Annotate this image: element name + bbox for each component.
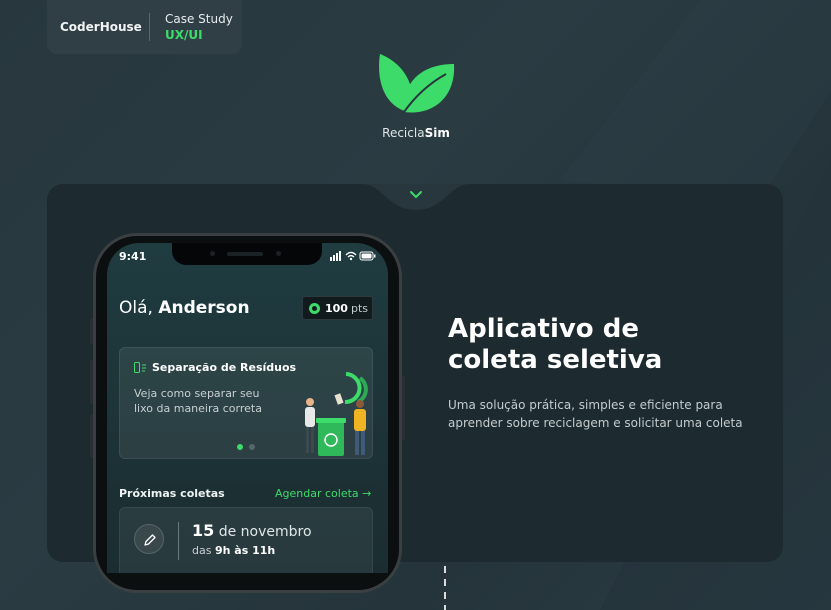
collection-date: 15 de novembro: [192, 521, 312, 540]
recycling-illustration: [305, 372, 368, 456]
collection-month: de novembro: [214, 524, 312, 540]
hero-description: Uma solução prática, simples e eficiente…: [448, 398, 743, 430]
pencil-icon: [144, 534, 156, 546]
collection-hours: das 9h às 11h: [192, 544, 275, 557]
points-badge[interactable]: 100 pts: [302, 296, 373, 320]
waste-separation-icon: [134, 362, 146, 373]
waste-separation-card[interactable]: Separação de Resíduos Veja como separar …: [119, 347, 373, 459]
collection-day: 15: [192, 521, 215, 540]
carousel-dot[interactable]: [249, 444, 255, 450]
speaker: [227, 252, 263, 256]
status-time: 9:41: [119, 250, 147, 263]
greeting-prefix: Olá,: [119, 298, 159, 318]
phone-power-button: [402, 376, 405, 440]
greeting: Olá, Anderson: [119, 298, 250, 318]
carousel-dot-active[interactable]: [237, 444, 243, 450]
chevron-down-icon[interactable]: [408, 189, 424, 201]
points-icon: [309, 302, 320, 314]
points-unit: pts: [350, 301, 368, 315]
user-name: Anderson: [158, 298, 250, 318]
card-description: Veja como separar seu lixo da maneira co…: [134, 387, 262, 415]
phone-notch: [172, 243, 322, 265]
next-collection-card[interactable]: 15 de novembro das 9h às 11h: [119, 507, 373, 573]
hero-title: Aplicativo de coleta seletiva: [448, 314, 663, 375]
status-icons: [330, 251, 376, 261]
dashed-connector: [444, 566, 446, 610]
schedule-collection-link[interactable]: Agendar coleta →: [275, 487, 371, 500]
upcoming-label: Próximas coletas: [119, 487, 225, 500]
sensor-icon: [276, 251, 281, 256]
divider: [178, 522, 179, 560]
edit-button[interactable]: [134, 524, 164, 554]
points-value: 100: [325, 301, 348, 315]
hours-range: 9h às 11h: [214, 544, 276, 557]
camera-icon: [210, 251, 215, 256]
card-title: Separação de Resíduos: [152, 361, 297, 374]
phone-screen: 9:41 Olá, Anderson 100 pts Separação de …: [107, 243, 388, 573]
hours-prefix: das: [192, 544, 215, 557]
